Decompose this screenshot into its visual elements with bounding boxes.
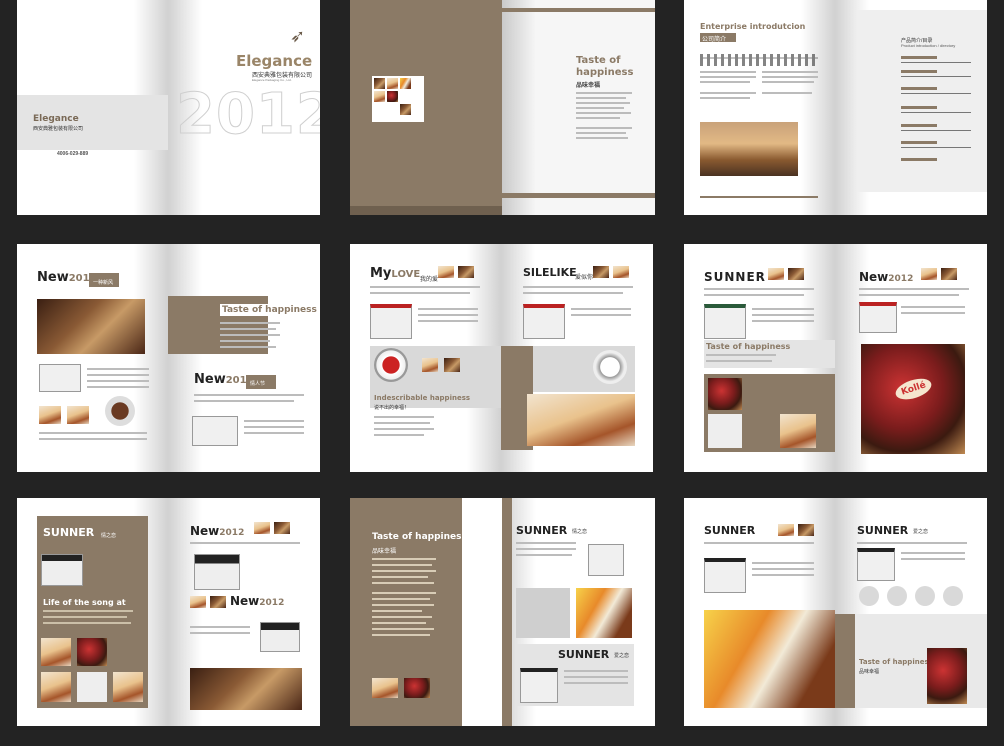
sunner-left: SUNNER [704,524,756,537]
taste-title: Taste of happiness [372,532,467,542]
right-page: Taste of happiness New2012 情人节 [168,244,320,472]
new-heading-2: New2012 [194,372,254,387]
taste-heading: Taste of happiness [859,658,933,666]
brochure-spread-enterprise: Enterprise introdutcion 公司简介 产品简介/目录 Pro… [684,0,987,215]
indescribable-title: Indescribable happiness [374,394,471,402]
new-heading-cn: 一种新风 [93,280,114,286]
year-watermark: 2012 [176,82,320,148]
sunner-right: SUNNER [857,524,909,537]
left-page: SUNNER Taste of happiness [684,244,835,472]
left-page: MyLOVE 我的爱 Indescribable happiness 说不出的幸… [350,244,501,472]
mylove-cn: 我的爱 [420,277,439,283]
silelike-title: SILELIKE [523,266,577,279]
right-page: Taste of happiness 品味幸福 [502,0,655,215]
brochure-spread-life: SUNNER 情之恋 Life of the song at New2012 N… [17,498,320,726]
mylove-title: MyLOVE [370,266,421,281]
song-title: Life of the song at [43,598,126,607]
sunner-left-cn: 情之恋 [101,533,117,539]
life-new-2: New2012 [230,594,285,608]
right-page: SUNNER 爱之恋 Taste of happiness 品味幸福 [835,498,987,726]
indescribable-cn: 说不出的幸福！ [374,405,410,411]
enterprise-title: Enterprise introdutcion [700,22,806,31]
sunner-right-cn: 爱之恋 [913,529,929,535]
small-brand: Elegance [33,114,79,124]
new-heading: New2012 [37,270,97,285]
taste-heading: Taste of happiness [220,304,319,316]
brochure-spread-sunner: SUNNER Taste of happiness New2012 Kollé [684,244,987,472]
taste-cn: 品味幸福 [859,669,880,675]
sunner-right-cn: 情之恋 [572,529,588,535]
sunner-right-title: SUNNER [516,524,568,537]
new-heading-2-cn: 情人节 [250,381,266,387]
right-page: New2012 Kollé [835,244,987,472]
sunner-right-title-2: SUNNER [558,648,610,661]
taste-cn: 品味幸福 [372,549,397,555]
sunner-left-title: SUNNER [43,526,95,539]
brochure-spread-cover: Elegance 西安典雅包装有限公司 4006-029-889 ➶ Elega… [17,0,320,215]
brochure-spread-sunner-2: SUNNER SUNNER 爱之恋 Taste of happiness 品味幸… [684,498,987,726]
left-page: Enterprise introdutcion 公司简介 [684,0,835,215]
taste-title: Taste of happiness [576,55,634,78]
right-page: New2012 New2012 [168,498,320,726]
small-company: 西安典雅包装有限公司 [33,126,84,132]
brochure-spread-taste-sunner: Taste of happiness 品味幸福 SUNNER 情之恋 SUNNE… [350,498,655,726]
sunner-new: New2012 [859,270,914,284]
right-page: ➶ Elegance 西安典雅包装有限公司 Elegance Packaging… [168,0,320,215]
right-page: SUNNER 情之恋 SUNNER 爱之恋 [502,498,655,726]
enterprise-section: 公司简介 [702,37,727,43]
silelike-cn: 爱似你 [575,275,594,281]
brochure-spread-taste: Taste of happiness 品味幸福 [350,0,655,215]
brand-title: Elegance [236,52,313,70]
brochure-spread-mylove: MyLOVE 我的爱 Indescribable happiness 说不出的幸… [350,244,653,472]
sunner-taste: Taste of happiness [706,342,791,351]
left-page: Elegance 西安典雅包装有限公司 4006-029-889 [17,0,168,215]
brand-logo-icon: ➶ [290,26,306,46]
left-page: New2012 一种新风 [17,244,168,472]
sunner-title: SUNNER [704,270,766,284]
left-page: Taste of happiness 品味幸福 [350,498,502,726]
right-page: SILELIKE 爱似你 [501,244,653,472]
right-page: 产品简介/目录 Product introduction / directory [835,0,987,215]
taste-subtitle: 品味幸福 [576,82,601,89]
life-new-1: New2012 [190,524,245,538]
left-page: SUNNER [684,498,835,726]
left-page: SUNNER 情之恋 Life of the song at [17,498,168,726]
sunner-right-cn-2: 爱之恋 [614,653,630,659]
phone: 4006-029-889 [57,151,89,157]
brochure-spread-new2012: New2012 一种新风 Taste of happiness New2012 … [17,244,320,472]
toc-subtitle: Product introduction / directory [901,43,956,48]
left-page [350,0,502,215]
